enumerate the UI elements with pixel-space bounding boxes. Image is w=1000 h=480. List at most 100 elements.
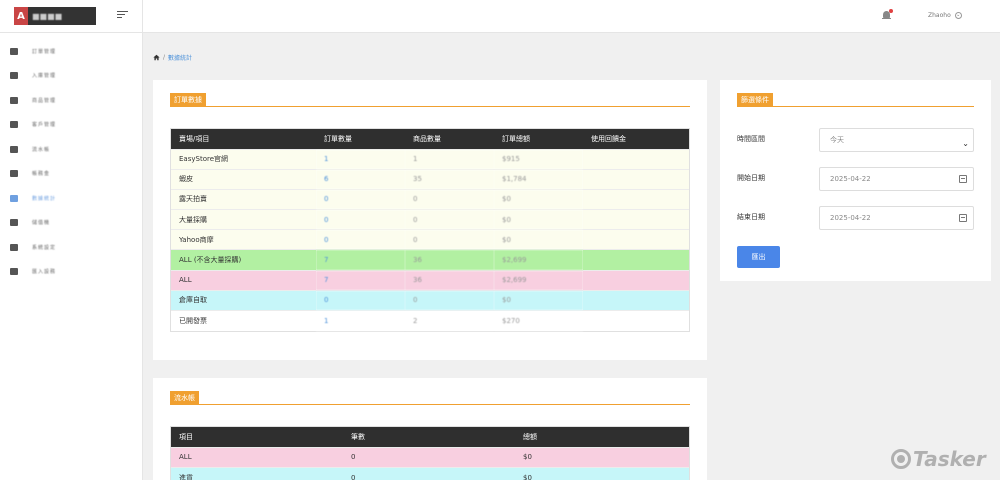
store-name: 露天拍賣 [171, 188, 316, 210]
item-count: 0 [405, 188, 494, 210]
start-date-label: 開始日期 [737, 174, 765, 182]
tasker-watermark: Tasker [891, 447, 986, 471]
top-bar: Zhaoho ⌄ [143, 0, 1000, 33]
sidebar-item-label: 訂單管理 [32, 48, 57, 55]
sidebar-item[interactable]: 系統設定 [0, 235, 142, 260]
sidebar-item[interactable]: 入庫管理 [0, 64, 142, 89]
rebate-used [583, 168, 689, 190]
app-logo[interactable]: A ■■■■ [14, 7, 96, 25]
tasker-logo-icon [891, 449, 911, 469]
order-total: $915 [494, 148, 583, 170]
sidebar-item-label: 客戶管理 [32, 122, 57, 129]
order-stats-title-bar: 訂單數據 [170, 93, 690, 107]
sidebar-item-label: 儲值機 [32, 220, 51, 227]
end-date-row: 結束日期 2025-04-22 [737, 206, 974, 230]
logo-mark-icon: A [14, 7, 28, 25]
order-count-link[interactable]: 1 [316, 309, 405, 331]
user-menu[interactable]: Zhaoho ⌄ [928, 12, 962, 19]
order-stats-header-row: 賣場/項目 訂單數量 商品數量 訂單總額 使用回饋金 [171, 129, 689, 149]
ledger-total: $0 [515, 446, 689, 468]
order-total: $0 [494, 229, 583, 250]
period-row: 時間區間 今天 ⌄ [737, 128, 974, 152]
sidebar-item[interactable]: 客戶管理 [0, 113, 142, 138]
breadcrumb-separator: / [163, 54, 166, 61]
period-select[interactable]: 今天 ⌄ [819, 128, 974, 152]
store-name: Yahoo商摩 [171, 229, 316, 250]
column-header: 商品數量 [405, 129, 494, 149]
order-count-link[interactable]: 7 [316, 249, 405, 271]
sidebar-item-label: 數據統計 [32, 195, 57, 202]
rebate-used [583, 269, 689, 291]
table-row: 蝦皮 6 35 $1,784 [171, 168, 689, 190]
store-name: 已開發票 [171, 309, 316, 331]
sidebar-item-label: 商品管理 [32, 97, 57, 104]
start-date-input[interactable]: 2025-04-22 [819, 167, 974, 191]
table-row: ALL 7 36 $2,699 [171, 269, 689, 291]
sidebar-item[interactable]: 帳務金 [0, 162, 142, 187]
order-count-link[interactable]: 7 [316, 269, 405, 291]
sidebar-item-icon [10, 194, 18, 202]
item-count: 2 [405, 309, 494, 331]
filter-title: 篩選條件 [737, 93, 773, 107]
sidebar-item[interactable]: 儲值機 [0, 211, 142, 236]
sidebar-item-icon [10, 145, 18, 153]
sidebar-item-icon [10, 170, 18, 178]
item-count: 0 [405, 229, 494, 250]
table-row: 大量採購 0 0 $0 [171, 209, 689, 230]
notification-bell-icon[interactable] [882, 9, 893, 21]
home-icon[interactable] [153, 54, 160, 61]
calendar-icon[interactable] [959, 214, 967, 222]
order-count-link[interactable]: 0 [316, 229, 405, 250]
sidebar-item[interactable]: 數據統計 [0, 186, 142, 211]
sidebar-item-icon [10, 72, 18, 80]
column-header: 總額 [515, 427, 689, 447]
store-name: ALL [171, 269, 316, 291]
table-row: EasyStore官網 1 1 $915 [171, 148, 689, 170]
breadcrumb-current[interactable]: 數據統計 [168, 53, 192, 62]
table-row: Yahoo商摩 0 0 $0 [171, 229, 689, 250]
item-count: 36 [405, 269, 494, 291]
order-count-link[interactable]: 0 [316, 209, 405, 230]
sidebar-item[interactable]: 匯入設務 [0, 260, 142, 285]
ledger-count: 0 [343, 446, 515, 468]
order-count-link[interactable]: 0 [316, 289, 405, 311]
column-header: 項目 [171, 427, 343, 447]
calendar-icon[interactable] [959, 175, 967, 183]
chevron-down-icon: ⌄ [954, 12, 962, 19]
item-count: 0 [405, 209, 494, 230]
export-button[interactable]: 匯出 [737, 246, 780, 268]
order-count-link[interactable]: 0 [316, 188, 405, 210]
ledger-title: 流水帳 [170, 391, 199, 405]
store-name: 大量採購 [171, 209, 316, 230]
store-name: 倉庫自取 [171, 289, 316, 311]
period-label: 時間區間 [737, 135, 765, 143]
store-name: EasyStore官網 [171, 148, 316, 170]
column-header: 賣場/項目 [171, 129, 316, 149]
table-row: ALL 0 $0 [171, 446, 689, 468]
ledger-title-bar: 流水帳 [170, 391, 690, 405]
end-date-value: 2025-04-22 [830, 214, 871, 222]
start-date-row: 開始日期 2025-04-22 [737, 167, 974, 191]
order-count-link[interactable]: 6 [316, 168, 405, 190]
sidebar-item-icon [10, 243, 18, 251]
sidebar-item[interactable]: 流水帳 [0, 137, 142, 162]
sidebar-item[interactable]: 商品管理 [0, 88, 142, 113]
filter-title-bar: 篩選條件 [737, 93, 974, 107]
sidebar-item-icon [10, 219, 18, 227]
order-total: $0 [494, 289, 583, 311]
menu-toggle-icon[interactable] [117, 11, 128, 21]
username: Zhaoho [928, 12, 951, 19]
order-count-link[interactable]: 1 [316, 148, 405, 170]
rebate-used [583, 209, 689, 230]
column-header: 筆數 [343, 427, 515, 447]
period-value: 今天 [830, 136, 844, 144]
sidebar-item-icon [10, 96, 18, 104]
order-total: $270 [494, 309, 583, 331]
table-row: ALL (不含大量採購) 7 36 $2,699 [171, 249, 689, 271]
end-date-input[interactable]: 2025-04-22 [819, 206, 974, 230]
filter-card: 篩選條件 時間區間 今天 ⌄ 開始日期 2025-04-22 結束日期 2025… [720, 80, 991, 281]
sidebar-item[interactable]: 訂單管理 [0, 39, 142, 64]
column-header: 訂單總額 [494, 129, 583, 149]
store-name: ALL (不含大量採購) [171, 249, 316, 271]
sidebar-item-label: 匯入設務 [32, 269, 57, 276]
